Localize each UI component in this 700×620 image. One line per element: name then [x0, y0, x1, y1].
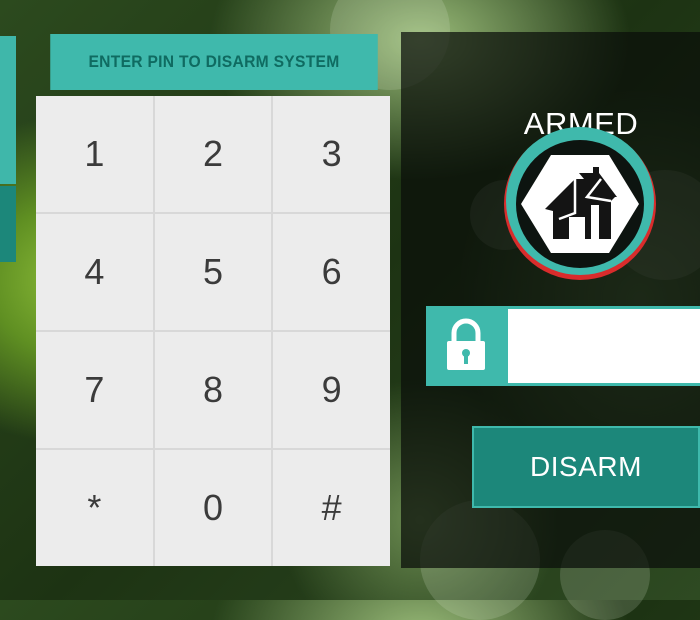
left-panel-edge-button[interactable]	[0, 186, 16, 262]
disarm-button[interactable]: DISARM	[472, 426, 700, 508]
pin-input[interactable]	[508, 309, 700, 383]
key-7[interactable]: 7	[36, 332, 153, 448]
keypad-panel: ENTER PIN TO DISARM SYSTEM 1 2 3 4 5 6 7…	[36, 34, 392, 566]
key-hash[interactable]: #	[273, 450, 390, 566]
key-8[interactable]: 8	[154, 332, 272, 448]
key-6[interactable]: 6	[273, 214, 390, 330]
key-9[interactable]: 9	[273, 332, 390, 448]
key-3[interactable]: 3	[273, 96, 390, 212]
key-1[interactable]: 1	[36, 96, 153, 212]
left-panel-edge	[0, 36, 16, 184]
key-4[interactable]: 4	[36, 214, 153, 330]
key-2[interactable]: 2	[154, 96, 272, 212]
keypad-grid: 1 2 3 4 5 6 7 8 9 * 0 #	[36, 96, 390, 566]
key-5[interactable]: 5	[154, 214, 272, 330]
lock-icon	[443, 318, 489, 377]
house-icon	[503, 127, 657, 286]
key-0[interactable]: 0	[154, 450, 272, 566]
key-asterisk[interactable]: *	[36, 450, 153, 566]
pin-prompt-header: ENTER PIN TO DISARM SYSTEM	[50, 34, 378, 90]
